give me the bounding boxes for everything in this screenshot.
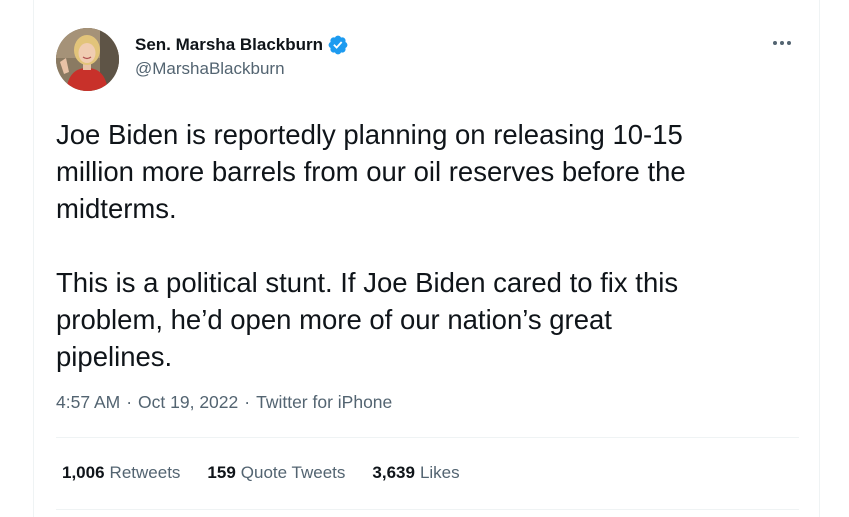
quote-tweets-count: 159 (207, 463, 236, 482)
tweet-paragraph-1: Joe Biden is reportedly planning on rele… (56, 119, 686, 224)
display-name[interactable]: Sen. Marsha Blackburn (135, 35, 323, 55)
likes-label: Likes (419, 463, 460, 482)
quote-tweets-label: Quote Tweets (240, 463, 346, 482)
tweet-meta: 4:57 AM · Oct 19, 2022 · Twitter for iPh… (56, 392, 392, 413)
tweet-header: Sen. Marsha Blackburn @MarshaBlackburn (56, 28, 799, 92)
author-names: Sen. Marsha Blackburn @MarshaBlackburn (135, 33, 349, 79)
tweet-paragraph-2: This is a political stunt. If Joe Biden … (56, 267, 679, 372)
tweet-text: Joe Biden is reportedly planning on rele… (56, 116, 796, 375)
divider (56, 437, 799, 438)
more-options-icon[interactable] (767, 32, 797, 54)
divider (56, 509, 799, 510)
meta-separator: · (126, 392, 133, 412)
retweets-count: 1,006 (62, 463, 105, 482)
retweets-stat[interactable]: 1,006 Retweets (62, 463, 180, 483)
retweets-label: Retweets (109, 463, 181, 482)
verified-badge-icon (327, 34, 349, 56)
tweet-card: Sen. Marsha Blackburn @MarshaBlackburn J… (33, 0, 820, 517)
tweet-source: Twitter for iPhone (256, 392, 393, 412)
avatar[interactable] (56, 28, 119, 91)
tweet-stats: 1,006 Retweets 159 Quote Tweets 3,639 Li… (62, 463, 487, 483)
avatar-image (56, 28, 119, 91)
author-handle[interactable]: @MarshaBlackburn (135, 59, 349, 79)
likes-count: 3,639 (372, 463, 415, 482)
tweet-date[interactable]: Oct 19, 2022 (138, 392, 238, 413)
display-name-row: Sen. Marsha Blackburn (135, 33, 349, 57)
quote-tweets-stat[interactable]: 159 Quote Tweets (207, 463, 345, 483)
likes-stat[interactable]: 3,639 Likes (372, 463, 459, 483)
tweet-time[interactable]: 4:57 AM (56, 392, 120, 413)
meta-separator: · (244, 392, 251, 412)
